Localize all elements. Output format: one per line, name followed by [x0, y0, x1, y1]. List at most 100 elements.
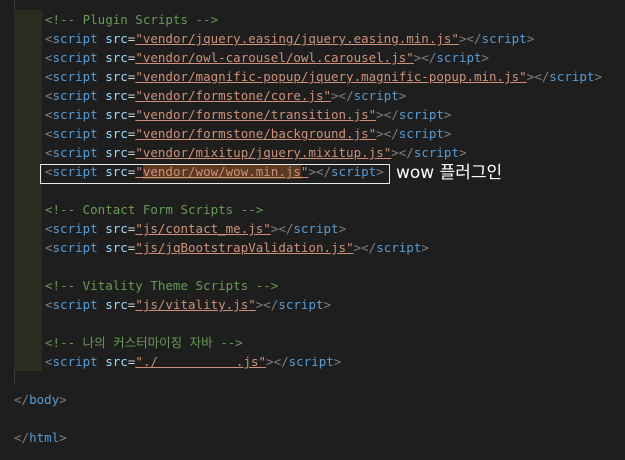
- string-quote: ": [135, 31, 143, 46]
- tag-bracket: </: [273, 354, 289, 369]
- indent-space: [14, 162, 42, 181]
- tag-bracket: </: [421, 50, 437, 65]
- tag-bracket: >: [526, 31, 535, 46]
- indent-space: [14, 219, 42, 238]
- string-quote: ": [346, 240, 354, 255]
- code-line[interactable]: <!-- Plugin Scripts -->: [0, 10, 625, 29]
- tag-bracket: >: [338, 221, 347, 236]
- code-line[interactable]: <script src="vendor/formstone/transition…: [0, 105, 625, 124]
- attribute-name: src: [105, 145, 128, 160]
- string-quote: ": [323, 88, 332, 103]
- code-line[interactable]: [0, 257, 625, 276]
- code-content: <script src="js/jqBootstrapValidation.js…: [45, 238, 429, 257]
- code-line[interactable]: <script src="js/contact_me.js"></script>: [0, 219, 625, 238]
- indent-space: [14, 86, 42, 105]
- code-line[interactable]: <script src="vendor/formstone/core.js"><…: [0, 86, 625, 105]
- tag-name: script: [398, 126, 444, 141]
- indent-space: [14, 10, 42, 29]
- tag-bracket: >: [266, 354, 274, 369]
- tag-bracket: </: [383, 107, 399, 122]
- tag-name: script: [52, 240, 106, 255]
- code-content: <script src="vendor/mixitup/jquery.mixit…: [45, 143, 467, 162]
- tag-name: script: [288, 354, 334, 369]
- code-line[interactable]: [0, 409, 625, 428]
- tag-bracket: >: [333, 354, 342, 369]
- tag-name: script: [52, 107, 106, 122]
- code-content: <script src="vendor/owl-carousel/owl.car…: [45, 48, 489, 67]
- code-line[interactable]: <script src="vendor/mixitup/jquery.mixit…: [0, 143, 625, 162]
- code-content: <script src="./.js"></script>: [45, 352, 341, 371]
- string-quote: ": [135, 297, 143, 312]
- tag-bracket: </: [383, 126, 399, 141]
- indent-space: [14, 124, 42, 143]
- annotation-label: wow 플러그인: [396, 163, 503, 183]
- tag-name: script: [549, 69, 595, 84]
- code-line[interactable]: <script src="vendor/jquery.easing/jquery…: [0, 29, 625, 48]
- code-content: </body>: [14, 390, 67, 409]
- string-quote: ": [263, 221, 271, 236]
- code-line[interactable]: <script src="./.js"></script>: [0, 352, 625, 371]
- attribute-name: src: [105, 107, 128, 122]
- indent-space: [14, 333, 42, 352]
- tag-bracket: >: [481, 50, 490, 65]
- indent-space: [14, 295, 42, 314]
- code-content: <script src="js/vitality.js"></script>: [45, 295, 331, 314]
- tag-name: script: [353, 88, 399, 103]
- tag-bracket: >: [398, 88, 407, 103]
- string-quote: ": [135, 126, 143, 141]
- code-content: </html>: [14, 428, 67, 447]
- script-src-value: vendor/jquery.easing/jquery.easing.min.j…: [142, 31, 452, 46]
- code-line[interactable]: </body>: [0, 390, 625, 409]
- tag-name: body: [29, 392, 60, 407]
- tag-bracket: </: [534, 69, 550, 84]
- code-line[interactable]: <script src="vendor/owl-carousel/owl.car…: [0, 48, 625, 67]
- code-line[interactable]: <!-- Contact Form Scripts -->: [0, 200, 625, 219]
- tag-bracket: >: [331, 88, 339, 103]
- tag-bracket: <: [45, 240, 53, 255]
- tag-bracket: <: [45, 145, 53, 160]
- code-content: <!-- Plugin Scripts -->: [45, 10, 218, 29]
- tag-bracket: </: [278, 221, 294, 236]
- tag-bracket: >: [443, 126, 452, 141]
- code-content: <script src="vendor/formstone/background…: [45, 124, 451, 143]
- tag-name: script: [52, 88, 106, 103]
- string-quote: ": [451, 31, 459, 46]
- script-src-value: vendor/formstone/core.js: [142, 88, 324, 103]
- highlight-box: [40, 164, 390, 184]
- tag-bracket: >: [391, 145, 399, 160]
- code-line[interactable]: <script src="vendor/formstone/background…: [0, 124, 625, 143]
- tag-bracket: <: [45, 297, 53, 312]
- tag-bracket: <: [45, 50, 53, 65]
- indent-space: [14, 276, 42, 295]
- script-src-value: vendor/formstone/background.js: [142, 126, 369, 141]
- indent-space: [14, 238, 42, 257]
- indent-space: [14, 29, 42, 48]
- tag-bracket: <: [45, 107, 53, 122]
- code-line[interactable]: <script src="vendor/magnific-popup/jquer…: [0, 67, 625, 86]
- indent-space: [14, 48, 42, 67]
- tag-bracket: >: [458, 145, 467, 160]
- string-quote: ": [135, 354, 143, 369]
- code-line[interactable]: </html>: [0, 428, 625, 447]
- code-content: <!-- Vitality Theme Scripts -->: [45, 276, 278, 295]
- code-line[interactable]: [0, 314, 625, 333]
- tag-bracket: </: [14, 392, 30, 407]
- code-line[interactable]: [0, 371, 625, 390]
- code-editor[interactable]: <!-- Plugin Scripts --> <script src="vend…: [0, 0, 625, 460]
- tag-name: script: [413, 145, 459, 160]
- attribute-name: src: [105, 240, 128, 255]
- script-src-value: js/vitality.js: [142, 297, 249, 312]
- tag-bracket: <: [45, 354, 53, 369]
- indent-space: [14, 181, 42, 200]
- code-line[interactable]: <script src="js/jqBootstrapValidation.js…: [0, 238, 625, 257]
- indent-space: [14, 67, 42, 86]
- code-content: <script src="js/contact_me.js"></script>: [45, 219, 346, 238]
- tag-name: script: [52, 126, 106, 141]
- code-line[interactable]: <script src="js/vitality.js"></script>: [0, 295, 625, 314]
- code-line[interactable]: <!-- 나의 커스터마이징 자바 -->: [0, 333, 625, 352]
- redacted-filename: [157, 367, 236, 368]
- script-src-value: vendor/magnific-popup/jquery.magnific-po…: [142, 69, 520, 84]
- code-line[interactable]: <!-- Vitality Theme Scripts -->: [0, 276, 625, 295]
- tag-bracket: </: [14, 430, 30, 445]
- string-quote: ": [135, 69, 143, 84]
